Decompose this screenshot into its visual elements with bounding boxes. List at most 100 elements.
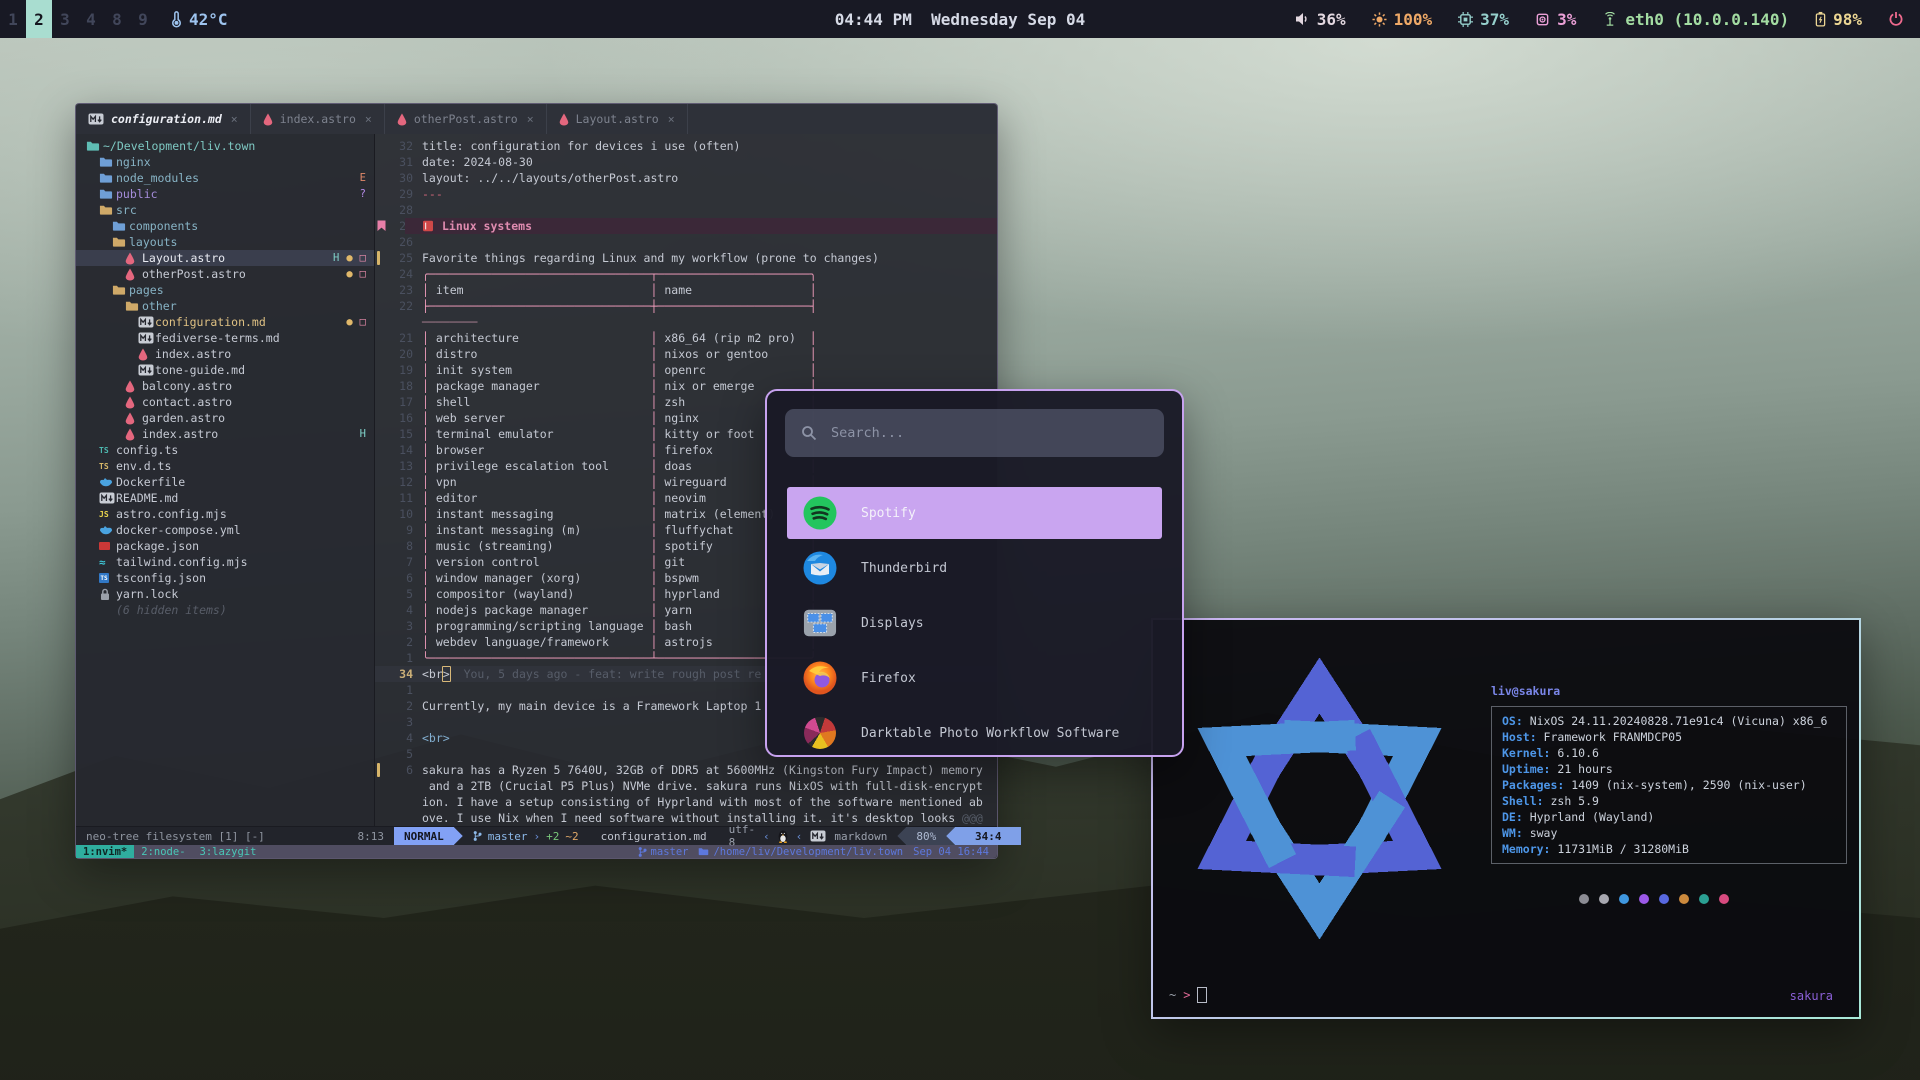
tree-item-tsconfig.json[interactable]: TStsconfig.json <box>76 570 374 586</box>
overflow-marker: @@@ <box>962 811 983 825</box>
search-input[interactable] <box>829 424 1148 442</box>
tree-item-yarn.lock[interactable]: yarn.lock <box>76 586 374 602</box>
launcher-entry-firefox[interactable]: Firefox <box>787 652 1162 704</box>
line-text: ╰────────────────────────────────┴──────… <box>422 650 817 666</box>
line-text: │ shell │ zsh │ <box>422 394 817 410</box>
tree-item-nginx[interactable]: nginx <box>76 154 374 170</box>
tmux-window-3[interactable]: 3:lazygit <box>193 845 264 858</box>
npm-icon <box>99 542 116 550</box>
tab-otherPost.astro[interactable]: otherPost.astro× <box>385 104 547 134</box>
workspace-3[interactable]: 3 <box>52 0 78 38</box>
tmux-window-2[interactable]: 2:node- <box>134 845 192 858</box>
tab-configuration.md[interactable]: configuration.md× <box>76 104 251 134</box>
tree-item-contact.astro[interactable]: contact.astro <box>76 394 374 410</box>
cpu-widget[interactable]: 37% <box>1458 10 1509 29</box>
workspace-9[interactable]: 9 <box>130 0 156 38</box>
tree-item--Development-liv.town[interactable]: ~/Development/liv.town <box>76 138 374 154</box>
close-icon[interactable]: × <box>527 112 534 126</box>
brightness-widget[interactable]: 100% <box>1372 10 1433 29</box>
volume-icon <box>1295 12 1310 26</box>
tab-Layout.astro[interactable]: Layout.astro× <box>547 104 688 134</box>
tree-item-node-modules[interactable]: node_modulesE <box>76 170 374 186</box>
tree-item-Layout.astro[interactable]: Layout.astroH●□ <box>76 250 374 266</box>
tree-item-badges: E <box>360 172 366 184</box>
tree-item-docker-compose.yml[interactable]: docker-compose.yml <box>76 522 374 538</box>
tree-item-env.d.ts[interactable]: TSenv.d.ts <box>76 458 374 474</box>
shell-prompt[interactable]: ~ > <box>1169 987 1207 1003</box>
clock: 04:44 PM Wednesday Sep 04 <box>835 10 1085 29</box>
palette-dot <box>1659 894 1669 904</box>
power-button[interactable] <box>1888 11 1904 27</box>
tab-index.astro[interactable]: index.astro× <box>251 104 385 134</box>
tree-item-label: index.astro <box>155 347 231 361</box>
network-widget[interactable]: eth0 (10.0.0.140) <box>1602 10 1789 29</box>
battery-widget[interactable]: 98% <box>1815 10 1862 29</box>
launcher-entry-darktable[interactable]: Darktable Photo Workflow Software <box>787 707 1162 757</box>
fetch-value: NixOS 24.11.20240828.71e91c4 (Vicuna) x8… <box>1523 714 1828 728</box>
editor-line: 6sakura has a Ryzen 5 7640U, 32GB of DDR… <box>375 762 997 778</box>
line-number: 32 <box>375 138 413 154</box>
tree-item-pages[interactable]: pages <box>76 282 374 298</box>
workspace-4[interactable]: 4 <box>78 0 104 38</box>
network-icon <box>1602 12 1618 27</box>
tree-item-src[interactable]: src <box>76 202 374 218</box>
tree-item-balcony.astro[interactable]: balcony.astro <box>76 378 374 394</box>
tree-item-fediverse-terms.md[interactable]: fediverse-terms.md <box>76 330 374 346</box>
tree-item--6-hidden-items-[interactable]: (6 hidden items) <box>76 602 374 618</box>
line-number: 31 <box>375 154 413 170</box>
line-text: │ compositor (wayland) │ hyprland │ <box>422 586 817 602</box>
tree-item-config.ts[interactable]: TSconfig.ts <box>76 442 374 458</box>
line-number: 15 <box>375 426 413 442</box>
fetch-line-host: Host: Framework FRANMDCP05 <box>1502 729 1836 745</box>
editor-line: 25Favorite things regarding Linux and my… <box>375 250 997 266</box>
line-text: │ instant messaging (m) │ fluffychat │ <box>422 522 817 538</box>
tree-item-tailwind.config.mjs[interactable]: ≈tailwind.config.mjs <box>76 554 374 570</box>
workspace-1[interactable]: 1 <box>0 0 26 38</box>
close-icon[interactable]: × <box>668 112 675 126</box>
tree-item-other[interactable]: other <box>76 298 374 314</box>
volume-widget[interactable]: 36% <box>1295 10 1346 29</box>
tree-item-package.json[interactable]: package.json <box>76 538 374 554</box>
fetch-value: 6.10.6 <box>1550 746 1598 760</box>
launcher-entry-displays[interactable]: Displays <box>787 597 1162 649</box>
chevron-right-icon: › <box>534 830 541 843</box>
line-number: 29 <box>375 186 413 202</box>
launcher-entry-label: Spotify <box>861 506 916 521</box>
badge: ● <box>346 252 352 264</box>
tree-item-tone-guide.md[interactable]: tone-guide.md <box>76 362 374 378</box>
tree-item-label: contact.astro <box>142 395 232 409</box>
launcher-entry-spotify[interactable]: Spotify <box>787 487 1162 539</box>
tree-item-index.astro[interactable]: index.astroH <box>76 426 374 442</box>
tree-item-components[interactable]: components <box>76 218 374 234</box>
gpu-widget[interactable]: 3% <box>1535 10 1576 29</box>
temperature-widget[interactable]: 42°C <box>170 10 228 29</box>
tree-item-index.astro[interactable]: index.astro <box>76 346 374 362</box>
ts-y-icon: TS <box>99 462 116 471</box>
tree-item-README.md[interactable]: README.md <box>76 490 374 506</box>
tree-item-Dockerfile[interactable]: Dockerfile <box>76 474 374 490</box>
launcher-search[interactable] <box>785 409 1164 457</box>
tmux-window-1[interactable]: 1:nvim* <box>76 845 134 858</box>
tree-item-public[interactable]: public? <box>76 186 374 202</box>
tree-item-configuration.md[interactable]: configuration.md●□ <box>76 314 374 330</box>
tree-item-layouts[interactable]: layouts <box>76 234 374 250</box>
folder-root-icon <box>86 140 103 152</box>
tree-item-label: pages <box>129 283 164 297</box>
fetch-label: Kernel: <box>1502 746 1550 760</box>
gpu-icon <box>1535 12 1550 27</box>
line-number <box>375 778 413 794</box>
tree-item-otherPost.astro[interactable]: otherPost.astro●□ <box>76 266 374 282</box>
workspace-8[interactable]: 8 <box>104 0 130 38</box>
astro-icon <box>125 380 142 393</box>
workspace-2[interactable]: 2 <box>26 0 52 38</box>
line-number: 34 <box>375 666 413 682</box>
launcher-entry-thunderbird[interactable]: Thunderbird <box>787 542 1162 594</box>
tree-item-astro.config.mjs[interactable]: JSastro.config.mjs <box>76 506 374 522</box>
folder-icon <box>99 156 116 168</box>
tree-item-garden.astro[interactable]: garden.astro <box>76 410 374 426</box>
file-tree[interactable]: ~/Development/liv.townnginxnode_modulesE… <box>76 134 375 826</box>
close-icon[interactable]: × <box>365 112 372 126</box>
terminal-window[interactable]: liv@sakura OS: NixOS 24.11.20240828.71e9… <box>1151 618 1861 1019</box>
fetch-value: 11731MiB / 31280MiB <box>1550 842 1688 856</box>
close-icon[interactable]: × <box>231 112 238 126</box>
